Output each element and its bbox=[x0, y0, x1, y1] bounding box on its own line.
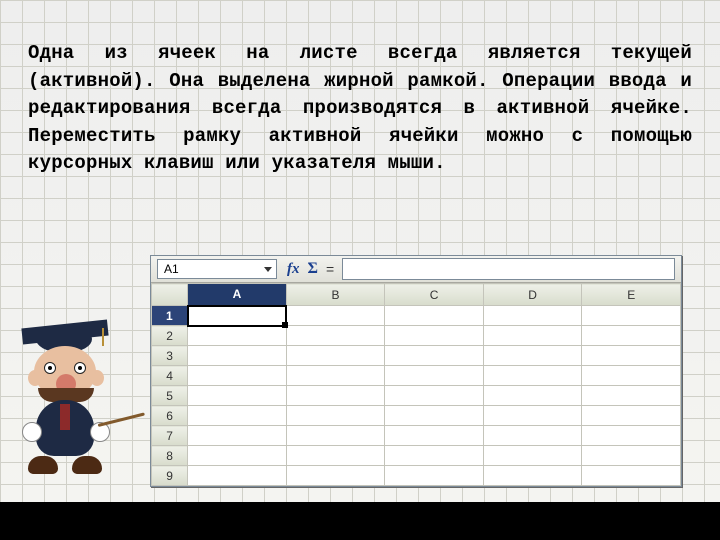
cell[interactable] bbox=[582, 406, 681, 426]
row-header-6[interactable]: 6 bbox=[152, 406, 188, 426]
cell[interactable] bbox=[286, 366, 385, 386]
row-header-8[interactable]: 8 bbox=[152, 446, 188, 466]
mascot-illustration bbox=[0, 326, 143, 486]
spreadsheet-screenshot: A1 fx Σ = A B C D E 1 2 3 bbox=[150, 255, 682, 487]
row-header-3[interactable]: 3 bbox=[152, 346, 188, 366]
select-all-corner[interactable] bbox=[152, 284, 188, 306]
cell[interactable] bbox=[286, 306, 385, 326]
cell[interactable] bbox=[286, 426, 385, 446]
cell[interactable] bbox=[483, 446, 582, 466]
cell[interactable] bbox=[582, 426, 681, 446]
cell[interactable] bbox=[483, 306, 582, 326]
cell[interactable] bbox=[188, 366, 287, 386]
cell[interactable] bbox=[385, 326, 484, 346]
row-header-5[interactable]: 5 bbox=[152, 386, 188, 406]
row-header-1[interactable]: 1 bbox=[152, 306, 188, 326]
cell[interactable] bbox=[385, 446, 484, 466]
col-header-b[interactable]: B bbox=[286, 284, 385, 306]
cell[interactable] bbox=[483, 366, 582, 386]
cell[interactable] bbox=[385, 366, 484, 386]
cell[interactable] bbox=[188, 406, 287, 426]
row-header-9[interactable]: 9 bbox=[152, 466, 188, 486]
name-box-value: A1 bbox=[164, 262, 179, 276]
sigma-icon[interactable]: Σ bbox=[308, 260, 318, 278]
cell[interactable] bbox=[286, 326, 385, 346]
cell[interactable] bbox=[483, 426, 582, 446]
cell[interactable] bbox=[385, 406, 484, 426]
cell[interactable] bbox=[483, 326, 582, 346]
col-header-a[interactable]: A bbox=[188, 284, 287, 306]
slide: Одна из ячеек на листе всегда является т… bbox=[0, 0, 720, 540]
cell[interactable] bbox=[286, 466, 385, 486]
row-header-7[interactable]: 7 bbox=[152, 426, 188, 446]
cell[interactable] bbox=[385, 346, 484, 366]
row-header-4[interactable]: 4 bbox=[152, 366, 188, 386]
cell-grid[interactable]: A B C D E 1 2 3 4 5 6 7 8 9 bbox=[151, 283, 681, 486]
cell[interactable] bbox=[483, 386, 582, 406]
cell[interactable] bbox=[286, 406, 385, 426]
cell[interactable] bbox=[188, 426, 287, 446]
name-box[interactable]: A1 bbox=[157, 259, 277, 279]
cell[interactable] bbox=[188, 346, 287, 366]
cell[interactable] bbox=[286, 386, 385, 406]
cell[interactable] bbox=[188, 466, 287, 486]
cell[interactable] bbox=[188, 446, 287, 466]
col-header-d[interactable]: D bbox=[483, 284, 582, 306]
row-header-2[interactable]: 2 bbox=[152, 326, 188, 346]
cell[interactable] bbox=[483, 406, 582, 426]
cell[interactable] bbox=[385, 426, 484, 446]
cell[interactable] bbox=[483, 346, 582, 366]
cell[interactable] bbox=[582, 366, 681, 386]
cell[interactable] bbox=[582, 326, 681, 346]
equals-label: = bbox=[326, 261, 334, 277]
col-header-e[interactable]: E bbox=[582, 284, 681, 306]
cell[interactable] bbox=[188, 326, 287, 346]
cell[interactable] bbox=[582, 466, 681, 486]
explanation-paragraph: Одна из ячеек на листе всегда является т… bbox=[28, 40, 692, 178]
cell-a1[interactable] bbox=[188, 306, 287, 326]
cell[interactable] bbox=[385, 386, 484, 406]
fx-icon[interactable]: fx bbox=[287, 261, 300, 278]
col-header-c[interactable]: C bbox=[385, 284, 484, 306]
cell[interactable] bbox=[385, 466, 484, 486]
cell[interactable] bbox=[483, 466, 582, 486]
chevron-down-icon[interactable] bbox=[264, 267, 272, 272]
cell[interactable] bbox=[188, 386, 287, 406]
cell[interactable] bbox=[286, 446, 385, 466]
formula-input[interactable] bbox=[342, 258, 675, 280]
cell[interactable] bbox=[582, 306, 681, 326]
cell[interactable] bbox=[385, 306, 484, 326]
formula-bar: A1 fx Σ = bbox=[151, 256, 681, 283]
cell[interactable] bbox=[286, 346, 385, 366]
cell[interactable] bbox=[582, 446, 681, 466]
cell[interactable] bbox=[582, 346, 681, 366]
cell[interactable] bbox=[582, 386, 681, 406]
